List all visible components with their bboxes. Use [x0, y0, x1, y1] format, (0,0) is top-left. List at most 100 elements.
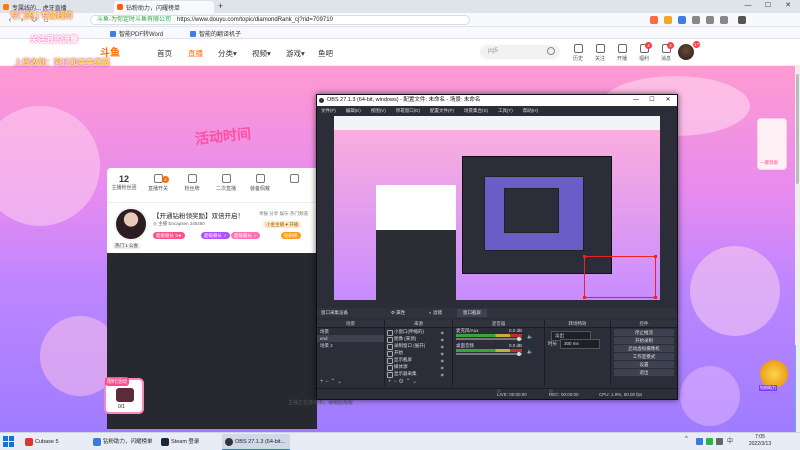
url-input[interactable]: 斗鱼-为你定时斗鱼有限公司 https://www.douyu.com/topic…: [90, 15, 470, 25]
event-card[interactable]: 限时活动 0/1: [104, 377, 144, 414]
menu-item[interactable]: 场景集合(S): [464, 108, 488, 113]
remove-icon[interactable]: −: [325, 379, 329, 385]
maximize-button[interactable]: ☐: [645, 95, 659, 106]
resize-handle[interactable]: [583, 296, 586, 299]
maximize-button[interactable]: ☐: [760, 0, 776, 12]
side-ad[interactable]: 一键领取: [757, 118, 787, 170]
minimize-button[interactable]: —: [629, 95, 643, 106]
tray-app-icon[interactable]: [696, 438, 703, 445]
extension-icon[interactable]: [664, 16, 672, 24]
taskbar-app-active[interactable]: OBS 27.1.3 (64-bit...: [222, 434, 290, 450]
extension-icon[interactable]: [706, 16, 714, 24]
settings-button[interactable]: 设置: [614, 361, 674, 368]
add-icon[interactable]: +: [320, 379, 324, 385]
gift-button[interactable]: 4 福利: [632, 42, 656, 62]
scene-item[interactable]: 场景: [317, 328, 384, 335]
user-avatar[interactable]: 17: [678, 41, 700, 60]
tray-overflow-icon[interactable]: ^: [685, 436, 688, 442]
scrollbar-thumb[interactable]: [796, 74, 799, 184]
menu-item[interactable]: 配置文件(P): [430, 108, 454, 113]
close-button[interactable]: ✕: [780, 0, 796, 12]
capture-button[interactable]: 窗口截屏: [457, 309, 487, 317]
menu-item[interactable]: 视图(V): [371, 108, 386, 113]
source-item[interactable]: 媒体源 ◉: [385, 363, 452, 371]
volume-knob[interactable]: [517, 351, 521, 356]
selected-source-outline[interactable]: [583, 255, 657, 299]
ime-indicator[interactable]: 中: [727, 436, 733, 445]
down-icon[interactable]: ⌄: [337, 379, 342, 385]
obs-preview[interactable]: [334, 116, 660, 300]
rank-pill[interactable]: 超级舰长 3★: [153, 232, 185, 239]
extension-icon[interactable]: [650, 16, 658, 24]
menu-item[interactable]: 停靠窗口(D): [396, 108, 420, 113]
start-button[interactable]: [3, 436, 14, 447]
up-icon[interactable]: ⌃: [330, 379, 335, 385]
nav-item[interactable]: 首页: [157, 48, 172, 59]
history-button[interactable]: 历史: [566, 44, 590, 62]
filters-button[interactable]: ◐ 滤镜: [429, 308, 442, 318]
eye-icon[interactable]: ◉: [441, 371, 445, 378]
add-icon[interactable]: +: [388, 379, 392, 385]
nav-item[interactable]: 视频▾: [252, 48, 271, 59]
remove-icon[interactable]: −: [393, 379, 397, 385]
menu-item[interactable]: 文件(F): [321, 108, 336, 113]
tray-app-icon[interactable]: [706, 438, 713, 445]
stop-streaming-button[interactable]: 停止推流: [614, 329, 674, 336]
browser-tab-active[interactable]: 钻粉助力，闪耀榜单: [114, 1, 214, 13]
nav-item-live[interactable]: 直播: [188, 48, 203, 59]
extension-icon[interactable]: [720, 16, 728, 24]
taskbar-app[interactable]: Cubase 5: [22, 434, 86, 450]
resize-handle[interactable]: [654, 255, 657, 258]
rank-pill[interactable]: 超级舰长 ✓: [201, 232, 231, 239]
studio-mode-button[interactable]: 工作室模式: [614, 353, 674, 360]
volume-fader[interactable]: [456, 338, 522, 340]
room-links[interactable]: 举报 分享 娱乐·热门频道: [259, 211, 308, 217]
speaker-icon[interactable]: 🔈: [527, 334, 533, 340]
minimize-button[interactable]: —: [740, 0, 756, 12]
stat-item[interactable]: 粉丝牌: [177, 174, 207, 192]
extension-icon[interactable]: [678, 16, 686, 24]
message-button[interactable]: 2 消息: [654, 42, 678, 62]
stat-item[interactable]: 二次直播: [211, 174, 241, 192]
start-recording-button[interactable]: 开始录制: [614, 337, 674, 344]
upload-button[interactable]: 开播: [610, 44, 634, 62]
clock[interactable]: 7:05 2022/3/13: [742, 434, 778, 448]
bookmark-item[interactable]: 智能PDF转Word: [110, 29, 163, 38]
resize-handle[interactable]: [654, 296, 657, 299]
bookmark-item[interactable]: 智能的翻译机子: [190, 29, 241, 38]
scene-item[interactable]: 场景 2: [317, 342, 384, 349]
volume-knob[interactable]: [517, 336, 521, 341]
stat-item[interactable]: 装备佩戴: [245, 174, 275, 192]
source-item[interactable]: 显示截屏 ◉: [385, 356, 452, 364]
close-button[interactable]: ✕: [661, 95, 675, 106]
scene-item-selected[interactable]: end: [317, 335, 384, 342]
stat-item[interactable]: [279, 174, 309, 185]
virtual-camera-button[interactable]: 启动虚拟摄像机: [614, 345, 674, 352]
menu-item[interactable]: 帮助(H): [523, 108, 538, 113]
network-icon[interactable]: [716, 438, 723, 445]
source-item[interactable]: 图像 (来源) ◉: [385, 335, 452, 343]
taskbar-app[interactable]: 钻粉助力，闪耀榜单: [90, 434, 156, 450]
taskbar-app[interactable]: Steam 登录: [158, 434, 220, 450]
down-icon[interactable]: ⌄: [412, 379, 417, 385]
extension-icon[interactable]: [692, 16, 700, 24]
new-tab-button[interactable]: +: [218, 1, 223, 11]
menu-item[interactable]: 工具(T): [498, 108, 513, 113]
volume-fader[interactable]: [456, 353, 522, 355]
up-icon[interactable]: ⌃: [405, 379, 410, 385]
menu-item[interactable]: 编辑(E): [346, 108, 361, 113]
gear-icon[interactable]: ⚙: [398, 379, 403, 385]
source-item[interactable]: 小窗口(伸缩的) ◉: [385, 328, 452, 336]
obs-title-bar[interactable]: OBS 27.1.3 (64-bit, windows) - 配置文件: 未命名…: [317, 95, 677, 106]
stat-item[interactable]: 2 直播开关: [143, 174, 173, 192]
nav-item[interactable]: 鱼吧: [318, 48, 333, 59]
exit-button[interactable]: 退出: [614, 369, 674, 376]
follow-button[interactable]: 关注: [588, 44, 612, 62]
rank-pill[interactable]: 超级舰长 ✓: [231, 232, 261, 239]
stat-fans[interactable]: 12 主播粉丝团: [109, 174, 139, 191]
rank-pill[interactable]: 钻粉榜: [281, 232, 301, 239]
source-item[interactable]: 录制窗口 (展开) ◉: [385, 342, 452, 350]
source-item[interactable]: 显示器采集 ◉: [385, 370, 452, 378]
transition-select[interactable]: 淡出: [545, 331, 610, 341]
search-icon[interactable]: [547, 47, 555, 55]
